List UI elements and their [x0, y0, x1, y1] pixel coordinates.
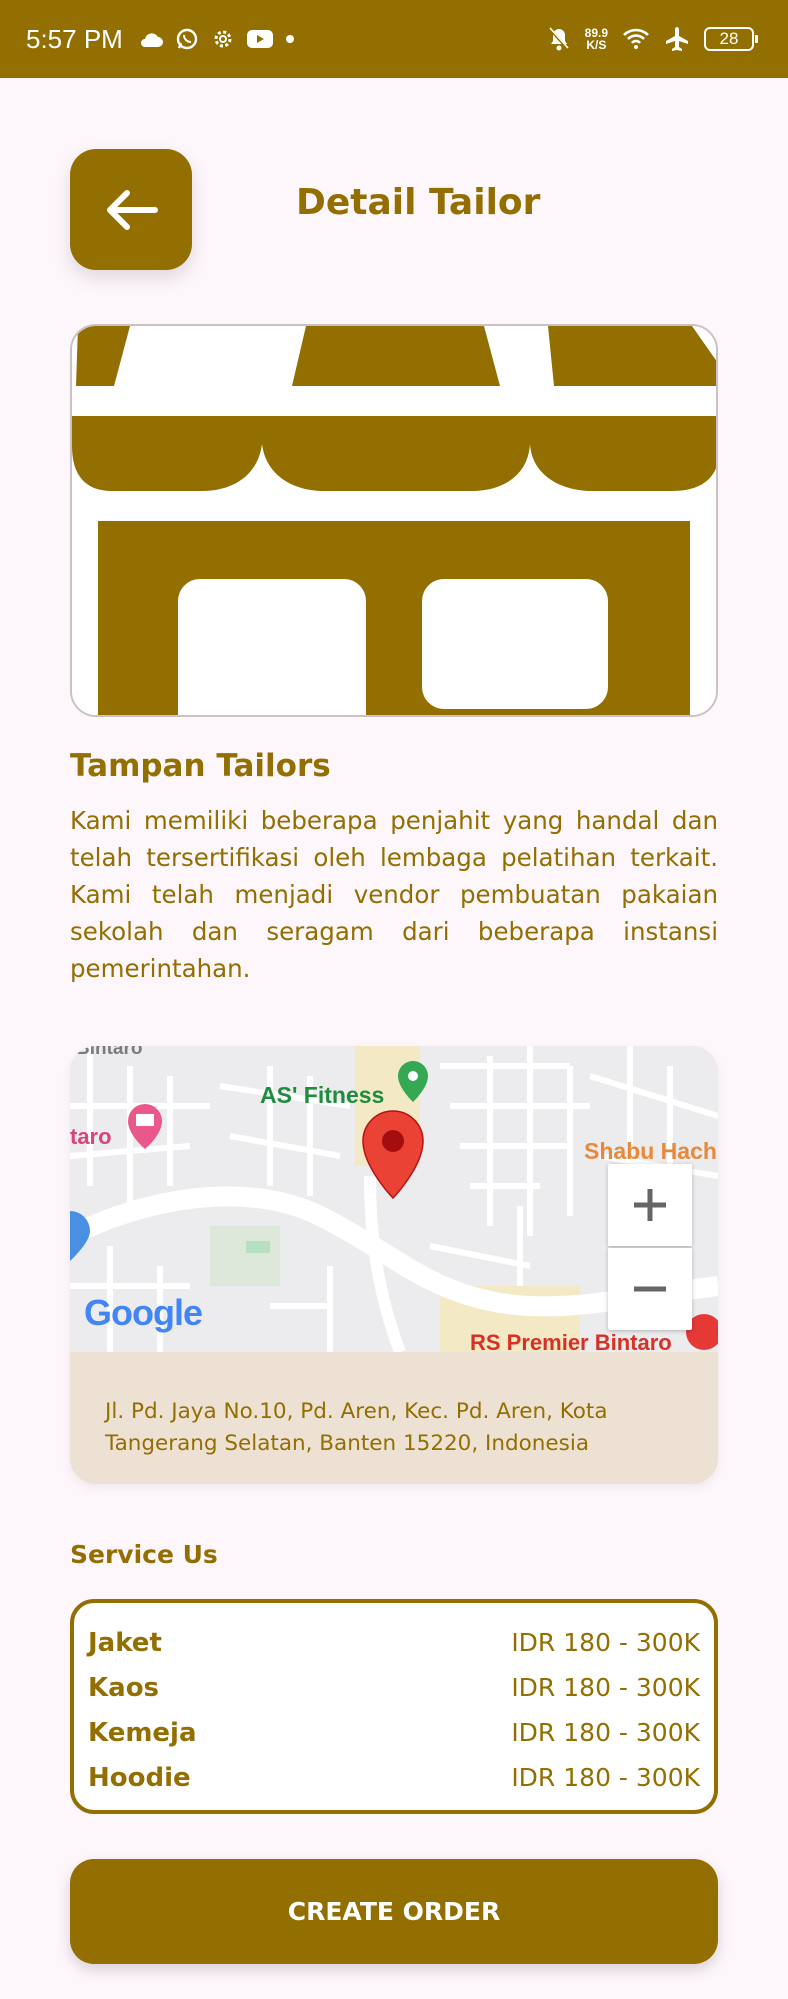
arrow-left-icon [107, 189, 158, 230]
youtube-icon [246, 30, 273, 48]
wifi-icon [623, 28, 649, 49]
service-row: Kaos IDR 180 - 300K [88, 1665, 700, 1710]
page-title: Detail Tailor [296, 182, 541, 223]
battery-icon: 28 [704, 27, 758, 51]
status-time: 5:57 PM [26, 23, 123, 54]
storefront-icon [72, 326, 716, 715]
bell-off-icon [548, 27, 569, 51]
map-label-top: Bintaro [76, 1046, 143, 1059]
map-view[interactable]: Bintaro AS' Fitness taro Shabu Hach RS P… [70, 1046, 718, 1352]
service-name: Kemeja [88, 1717, 197, 1748]
map-label-left: taro [70, 1124, 112, 1149]
zoom-out-button[interactable] [608, 1248, 692, 1330]
shop-description: Kami memiliki beberapa penjahit yang han… [70, 806, 718, 983]
whatsapp-icon [176, 28, 198, 50]
battery-level: 28 [719, 29, 739, 48]
services-title: Service Us [70, 1540, 218, 1569]
map-label-fitness: AS' Fitness [260, 1082, 385, 1108]
status-icons-right: 89.9 K/S 28 [547, 0, 758, 78]
status-icons-left [139, 27, 295, 51]
service-name: Jaket [88, 1627, 162, 1658]
airplane-icon [666, 27, 688, 51]
service-row: Kemeja IDR 180 - 300K [88, 1710, 700, 1755]
shop-name: Tampan Tailors [70, 748, 331, 784]
service-row: Hoodie IDR 180 - 300K [88, 1755, 700, 1800]
zoom-in-button[interactable] [608, 1164, 692, 1246]
service-name: Kaos [88, 1672, 160, 1703]
services-list: Jaket IDR 180 - 300K Kaos IDR 180 - 300K… [70, 1599, 718, 1814]
map-label-hospital: RS Premier Bintaro [470, 1330, 672, 1352]
net-speed-unit: K/S [586, 38, 607, 52]
create-order-button[interactable]: CREATE ORDER [70, 1859, 718, 1964]
status-bar: 5:57 PM 89.9 K/S 28 [0, 0, 788, 78]
service-name: Hoodie [88, 1762, 191, 1793]
shop-image [70, 324, 718, 717]
minus-icon [634, 1286, 666, 1292]
dot-icon [285, 35, 294, 43]
shop-address: Jl. Pd. Jaya No.10, Pd. Aren, Kec. Pd. A… [105, 1399, 608, 1456]
back-button[interactable] [70, 149, 192, 270]
plus-icon [634, 1189, 666, 1221]
service-price: IDR 180 - 300K [511, 1673, 700, 1702]
service-price: IDR 180 - 300K [511, 1628, 700, 1657]
net-speed: 89.9 K/S [585, 27, 608, 51]
google-logo: Google [84, 1292, 203, 1333]
settings-gear-icon [214, 30, 232, 48]
location-card: Bintaro AS' Fitness taro Shabu Hach RS P… [70, 1046, 718, 1484]
map-label-shabu: Shabu Hach [584, 1138, 717, 1164]
service-price: IDR 180 - 300K [511, 1763, 700, 1792]
service-row: Jaket IDR 180 - 300K [88, 1620, 700, 1665]
service-price: IDR 180 - 300K [511, 1718, 700, 1747]
cloud-icon [140, 33, 163, 47]
